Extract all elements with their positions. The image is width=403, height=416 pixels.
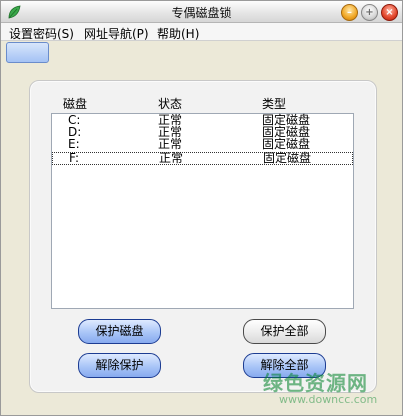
menu-help[interactable]: 帮助(H) (157, 25, 199, 42)
menu-bar: 设置密码(S) 网址导航(P) 帮助(H) (1, 23, 402, 41)
minimize-button[interactable]: – (341, 4, 358, 21)
protect-all-button[interactable]: 保护全部 (243, 319, 326, 344)
disk-letter: E: (68, 137, 80, 151)
column-header-state[interactable]: 状态 (158, 95, 182, 112)
column-header-type[interactable]: 类型 (262, 95, 286, 112)
minimize-icon: – (347, 7, 352, 18)
watermark-url: www.downcc.com (279, 393, 378, 406)
title-bar[interactable]: 专偶磁盘锁 – + × (1, 1, 402, 23)
disk-type: 固定磁盘 (262, 137, 311, 151)
unprotect-button[interactable]: 解除保护 (78, 353, 161, 378)
close-button[interactable]: × (381, 4, 398, 21)
disk-type: 固定磁盘 (263, 151, 312, 165)
column-header-disk[interactable]: 磁盘 (63, 95, 87, 112)
maximize-button[interactable]: + (361, 4, 378, 21)
maximize-icon: + (365, 7, 374, 18)
disk-letter: F: (69, 151, 80, 165)
disk-state: 正常 (159, 151, 184, 165)
watermark-logo: 绿色资源网 (263, 371, 368, 395)
app-window: 专偶磁盘锁 – + × 设置密码(S) 网址导航(P) 帮助(H) 磁盘 状态 … (0, 0, 403, 416)
menu-url-navigation[interactable]: 网址导航(P) (84, 25, 149, 42)
close-icon: × (385, 7, 394, 18)
tab-disk-lock[interactable] (6, 42, 49, 63)
menu-set-password[interactable]: 设置密码(S) (9, 25, 74, 42)
protect-disk-button[interactable]: 保护磁盘 (78, 319, 161, 344)
disk-row-selected[interactable]: F: 正常 固定磁盘 (52, 152, 353, 165)
disk-state: 正常 (158, 137, 183, 151)
